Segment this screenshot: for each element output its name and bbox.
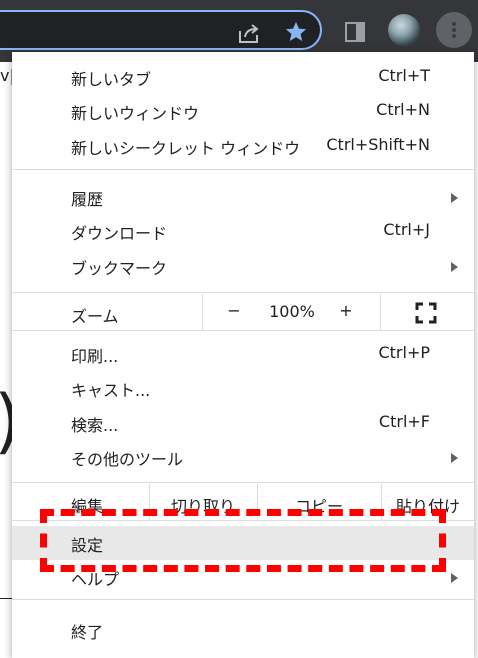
menu-item-new-tab[interactable]: 新しいタブ Ctrl+T (12, 60, 474, 94)
menu-item-new-incognito-window[interactable]: 新しいシークレット ウィンドウ Ctrl+Shift+N (12, 129, 474, 163)
share-icon[interactable] (237, 22, 261, 44)
menu-item-shortcut: Ctrl+F (378, 412, 430, 431)
bookmark-star-icon[interactable] (284, 20, 308, 44)
menu-separator (12, 330, 474, 331)
menu-item-label: 新しいウィンドウ (71, 104, 200, 123)
menu-item-shortcut: Ctrl+T (378, 66, 430, 85)
menu-item-label: 印刷... (71, 347, 119, 366)
menu-item-label: ダウンロード (71, 224, 168, 243)
menu-item-shortcut: Ctrl+P (378, 343, 430, 362)
menu-item-exit[interactable]: 終了 (12, 613, 474, 647)
menu-item-label: 終了 (71, 623, 104, 642)
menu-item-new-window[interactable]: 新しいウィンドウ Ctrl+N (12, 94, 474, 128)
menu-item-cast[interactable]: キャスト... (12, 371, 474, 405)
menu-item-bookmarks[interactable]: ブックマーク (12, 249, 474, 283)
menu-item-find[interactable]: 検索... Ctrl+F (12, 406, 474, 440)
menu-item-label: ブックマーク (71, 259, 168, 278)
submenu-arrow-icon (451, 573, 458, 583)
menu-item-history[interactable]: 履歴 (12, 180, 474, 214)
zoom-divider (202, 294, 203, 330)
highlight-annotation-box (40, 509, 446, 572)
chrome-menu-button[interactable] (436, 12, 472, 48)
menu-item-print[interactable]: 印刷... Ctrl+P (12, 337, 474, 371)
zoom-out-button[interactable]: − (224, 301, 244, 320)
zoom-divider (380, 294, 381, 330)
menu-item-downloads[interactable]: ダウンロード Ctrl+J (12, 214, 474, 248)
submenu-arrow-icon (451, 262, 458, 272)
menu-item-label: 履歴 (71, 190, 104, 209)
menu-item-more-tools[interactable]: その他のツール (12, 440, 474, 474)
submenu-arrow-icon (451, 453, 458, 463)
menu-item-label: キャスト... (71, 381, 151, 400)
address-bar[interactable] (0, 10, 322, 50)
menu-item-label: 新しいタブ (71, 70, 152, 89)
more-vert-icon (452, 21, 456, 39)
menu-separator (12, 292, 474, 293)
menu-separator (12, 599, 474, 600)
zoom-label: ズーム (71, 307, 119, 326)
submenu-arrow-icon (451, 193, 458, 203)
menu-item-label: 検索... (71, 416, 119, 435)
menu-separator (12, 169, 474, 170)
profile-avatar[interactable] (388, 14, 420, 46)
fullscreen-icon[interactable] (415, 302, 437, 324)
menu-separator (12, 482, 474, 483)
menu-item-label: 新しいシークレット ウィンドウ (71, 139, 301, 158)
menu-item-shortcut: Ctrl+J (383, 220, 430, 239)
menu-item-shortcut: Ctrl+Shift+N (326, 135, 430, 154)
menu-item-label: その他のツール (71, 450, 184, 469)
zoom-level: 100% (269, 302, 315, 321)
side-panel-icon[interactable] (345, 22, 365, 42)
menu-item-shortcut: Ctrl+N (376, 100, 430, 119)
page-divider (0, 598, 12, 599)
menu-zoom-row: ズーム − 100% + (12, 294, 474, 330)
zoom-in-button[interactable]: + (336, 301, 356, 320)
